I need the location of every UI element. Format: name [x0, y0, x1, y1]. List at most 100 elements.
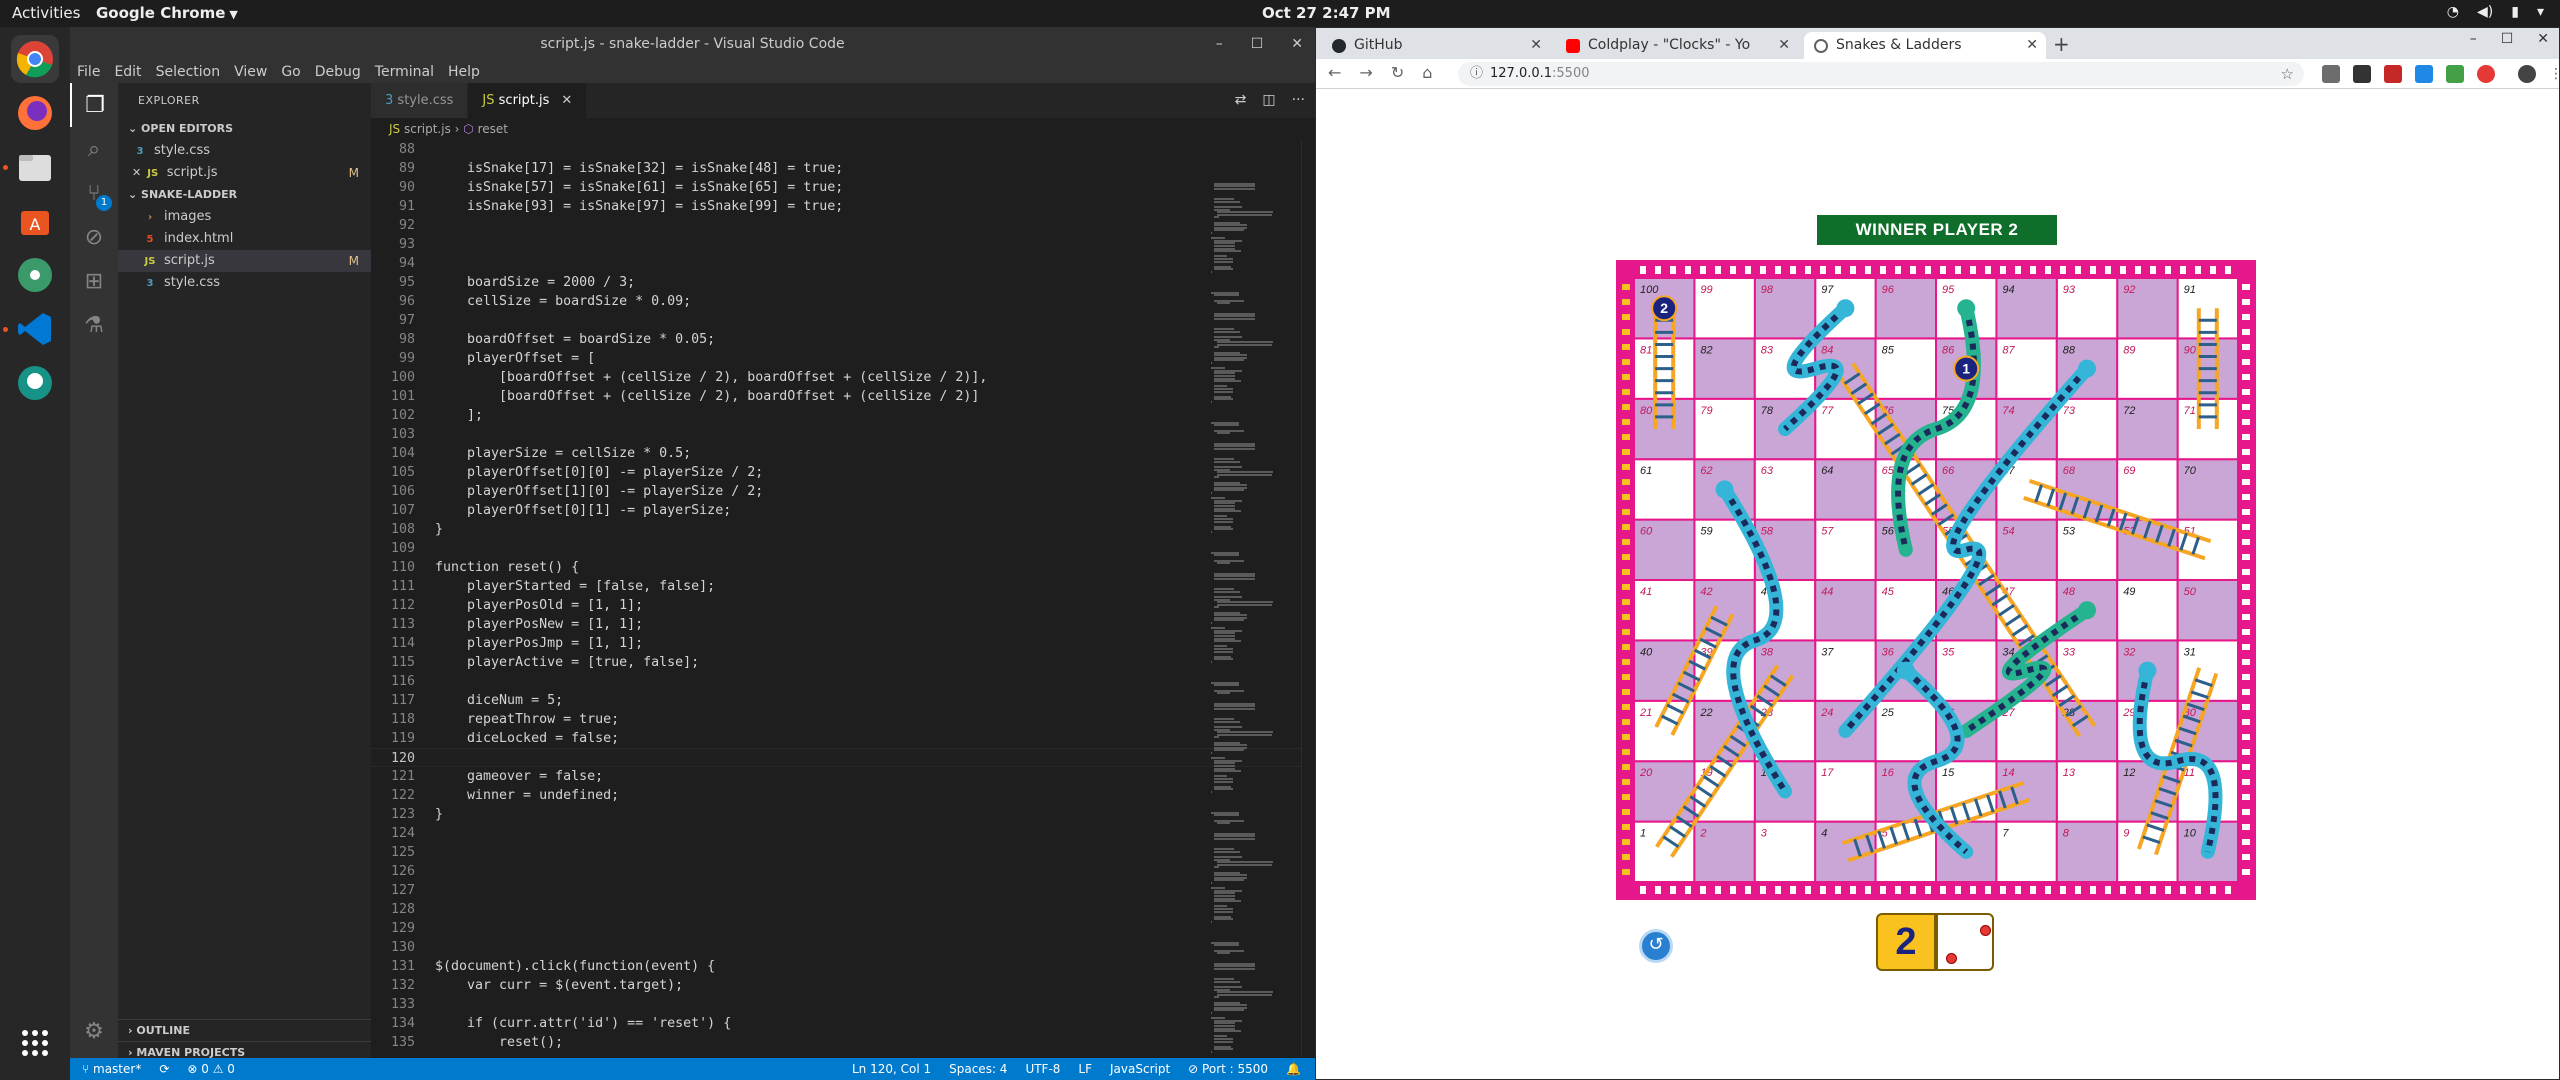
reset-button[interactable]: ↺ — [1639, 929, 1673, 963]
code-line[interactable]: 122 winner = undefined; — [371, 786, 1315, 805]
code-line[interactable]: 102 ]; — [371, 406, 1315, 425]
code-editor[interactable]: 88 89 isSnake[17] = isSnake[32] = isSnake… — [371, 140, 1315, 1063]
new-tab-icon[interactable]: + — [2053, 32, 2070, 56]
menu-edit[interactable]: Edit — [114, 61, 141, 83]
code-line[interactable]: 104 playerSize = cellSize * 0.5; — [371, 444, 1315, 463]
code-line[interactable]: 135 reset(); — [371, 1033, 1315, 1052]
code-line[interactable]: 132 var curr = $(event.target); — [371, 976, 1315, 995]
sync-icon[interactable]: ⟳ — [159, 1058, 169, 1080]
folder-header[interactable]: ⌄ SNAKE-LADDER — [118, 184, 371, 206]
site-info-icon[interactable]: ⓘ — [1470, 62, 1483, 86]
code-line[interactable]: 94 — [371, 254, 1315, 273]
code-line[interactable]: 118 repeatThrow = true; — [371, 710, 1315, 729]
close-tab-icon[interactable]: ✕ — [1530, 32, 1542, 59]
code-line[interactable]: 121 gameover = false; — [371, 767, 1315, 786]
debug-icon[interactable]: ⊘ — [70, 215, 118, 259]
home-icon[interactable]: ⌂ — [1422, 63, 1432, 82]
tab-script-js[interactable]: JS script.js ✕ — [468, 83, 588, 118]
close-editor-icon[interactable]: ✕ — [132, 166, 145, 179]
menu-file[interactable]: File — [77, 61, 100, 83]
files-icon[interactable] — [11, 143, 59, 191]
code-line[interactable]: 116 — [371, 672, 1315, 691]
software-icon[interactable]: A — [11, 197, 59, 245]
close-icon[interactable]: ✕ — [1291, 27, 1303, 61]
code-line[interactable]: 97 — [371, 311, 1315, 330]
code-line[interactable]: 92 — [371, 216, 1315, 235]
atom-icon[interactable] — [11, 251, 59, 299]
code-line[interactable]: 103 — [371, 425, 1315, 444]
code-line[interactable]: 114 playerPosJmp = [1, 1]; — [371, 634, 1315, 653]
wifi-icon[interactable]: ◔ — [2447, 4, 2459, 20]
live-server-port[interactable]: ⊘ Port : 5500 — [1188, 1058, 1268, 1080]
code-line[interactable]: 123} — [371, 805, 1315, 824]
branch-indicator[interactable]: ⑂ master* — [82, 1058, 141, 1080]
code-line[interactable]: 119 diceLocked = false; — [371, 729, 1315, 748]
test-flask-icon[interactable]: ⚗ — [70, 303, 118, 347]
menu-view[interactable]: View — [234, 61, 267, 83]
outline-section[interactable]: › OUTLINE — [118, 1019, 371, 1041]
code-line[interactable]: 131 $(document).click(function(event) { — [371, 957, 1315, 976]
editor-area[interactable]: 3 style.css JS script.js ✕ ⇄ ◫ ··· JS scrip… — [371, 83, 1315, 1080]
code-line[interactable]: 107 playerOffset[0][1] -= playerSize; — [371, 501, 1315, 520]
file-style-css[interactable]: 3 style.css — [118, 140, 371, 162]
code-line[interactable]: 125 — [371, 843, 1315, 862]
code-line[interactable]: 124 — [371, 824, 1315, 843]
code-line[interactable]: 127 — [371, 881, 1315, 900]
encoding[interactable]: UTF-8 — [1025, 1058, 1060, 1080]
clock[interactable]: Oct 27 2:47 PM — [1262, 4, 1391, 22]
tab-style-css[interactable]: 3 style.css — [371, 83, 469, 118]
code-line[interactable]: 93 — [371, 235, 1315, 254]
extension-icon[interactable] — [2415, 65, 2433, 83]
code-line[interactable]: 99 playerOffset = [ — [371, 349, 1315, 368]
language-mode[interactable]: JavaScript — [1110, 1058, 1170, 1080]
code-line[interactable]: 128 — [371, 900, 1315, 919]
file-style-css[interactable]: 3 style.css — [118, 272, 371, 294]
vscode-icon[interactable] — [11, 305, 59, 353]
open-editors-header[interactable]: ⌄ OPEN EDITORS — [118, 118, 371, 140]
search-icon[interactable]: ⌕ — [70, 127, 118, 171]
extension-icon[interactable] — [2384, 65, 2402, 83]
code-line[interactable]: 89 isSnake[17] = isSnake[32] = isSnake[4… — [371, 159, 1315, 178]
code-line[interactable]: 130 — [371, 938, 1315, 957]
close-icon[interactable]: ✕ — [2537, 31, 2549, 47]
code-line[interactable]: 90 isSnake[57] = isSnake[61] = isSnake[6… — [371, 178, 1315, 197]
code-line[interactable]: 113 playerPosNew = [1, 1]; — [371, 615, 1315, 634]
code-line[interactable]: 134 if (curr.attr('id') == 'reset') { — [371, 1014, 1315, 1033]
notifications-bell-icon[interactable]: 🔔 — [1286, 1058, 1301, 1080]
source-control-icon[interactable]: ⑂ 1 — [70, 171, 118, 215]
power-menu-icon[interactable]: ▾ — [2537, 4, 2544, 20]
extension-icon[interactable] — [2477, 65, 2495, 83]
code-line[interactable]: 133 — [371, 995, 1315, 1014]
chrome-icon[interactable] — [11, 35, 59, 83]
back-icon[interactable]: ← — [1328, 63, 1341, 82]
code-line[interactable]: 105 playerOffset[0][0] -= playerSize / 2… — [371, 463, 1315, 482]
tab-github[interactable]: GitHub ✕ — [1322, 32, 1550, 59]
extensions-icon[interactable]: ⊞ — [70, 259, 118, 303]
dice[interactable] — [1936, 913, 1994, 971]
compare-icon[interactable]: ⇄ — [1235, 83, 1247, 118]
code-line[interactable]: 88 — [371, 140, 1315, 159]
code-line[interactable]: 101 [boardOffset + (cellSize / 2), board… — [371, 387, 1315, 406]
split-editor-icon[interactable]: ◫ — [1262, 83, 1275, 118]
address-bar[interactable]: ⓘ 127.0.0.1:5500 ☆ — [1458, 62, 2304, 86]
profile-avatar[interactable] — [2518, 65, 2536, 83]
breadcrumb-symbol[interactable]: reset — [478, 122, 508, 136]
code-line[interactable]: 115 playerActive = [true, false]; — [371, 653, 1315, 672]
code-line[interactable]: 91 isSnake[93] = isSnake[97] = isSnake[9… — [371, 197, 1315, 216]
minimize-icon[interactable]: – — [2470, 31, 2477, 47]
volume-icon[interactable]: ◀) — [2477, 4, 2493, 20]
code-line[interactable]: 110 function reset() { — [371, 558, 1315, 577]
app-menu[interactable]: Google Chrome ▼ — [96, 4, 238, 22]
battery-icon[interactable]: ▮ — [2511, 4, 2519, 20]
code-line[interactable]: 126 — [371, 862, 1315, 881]
activities-button[interactable]: Activities — [12, 4, 80, 22]
minimize-icon[interactable]: – — [1216, 27, 1223, 61]
reload-icon[interactable]: ↻ — [1391, 63, 1404, 82]
close-tab-icon[interactable]: ✕ — [1778, 32, 1790, 59]
file-script-js[interactable]: JS script.js M — [118, 250, 371, 272]
more-actions-icon[interactable]: ··· — [1292, 83, 1305, 118]
extension-icon[interactable] — [2446, 65, 2464, 83]
chrome-menu-icon[interactable]: ⋮ — [2549, 65, 2560, 83]
minimap[interactable] — [1211, 140, 1301, 1080]
menu-go[interactable]: Go — [281, 61, 300, 83]
